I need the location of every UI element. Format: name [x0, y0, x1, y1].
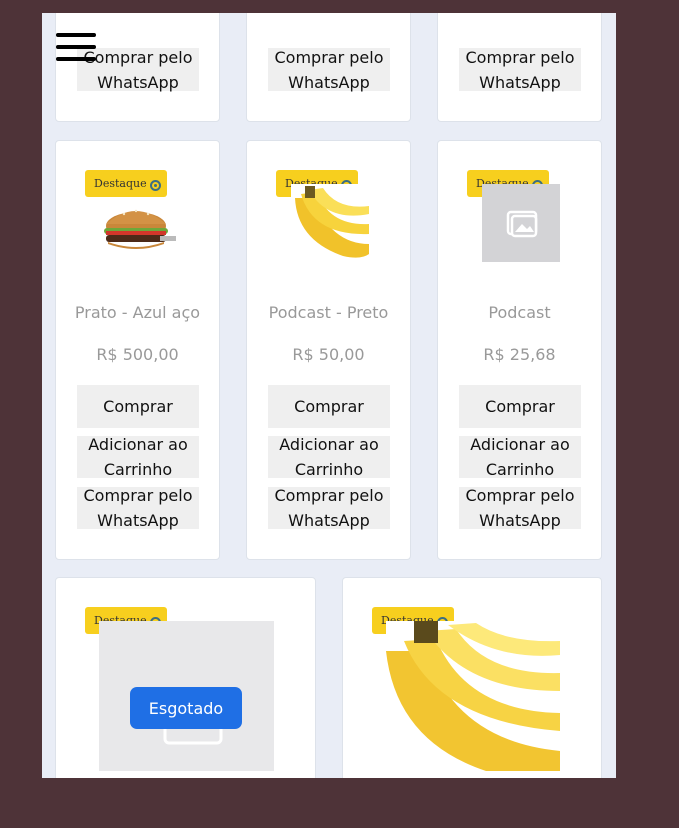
- whatsapp-button[interactable]: Comprar pelo WhatsApp: [77, 486, 199, 530]
- add-to-cart-button[interactable]: Adicionar ao Carrinho: [77, 435, 199, 479]
- buy-button[interactable]: Comprar: [77, 385, 199, 428]
- whatsapp-button[interactable]: Comprar pelo WhatsApp: [268, 486, 390, 530]
- buy-button[interactable]: Comprar: [268, 385, 390, 428]
- buy-button[interactable]: Comprar: [459, 385, 581, 428]
- product-card: Destaque Podcast - Preto R$ 50,00 Compra…: [246, 140, 411, 560]
- product-price: R$ 500,00: [96, 345, 179, 364]
- add-to-cart-button[interactable]: Adicionar ao Carrinho: [268, 435, 390, 479]
- product-price: R$ 50,00: [292, 345, 365, 364]
- sold-out-button[interactable]: Esgotado: [130, 687, 242, 729]
- whatsapp-button[interactable]: Comprar pelo WhatsApp: [459, 48, 581, 92]
- product-card: Comprar pelo WhatsApp: [437, 13, 602, 122]
- whatsapp-button[interactable]: Comprar pelo WhatsApp: [268, 48, 390, 92]
- product-name: Podcast - Preto: [268, 303, 389, 322]
- hamburger-menu-icon[interactable]: [56, 33, 96, 61]
- banana-image[interactable]: [291, 184, 369, 262]
- product-name: Prato - Azul aço: [74, 303, 201, 322]
- product-card: Destaque Esgotado: [55, 577, 316, 778]
- burger-image[interactable]: [100, 184, 178, 262]
- add-to-cart-button[interactable]: Adicionar ao Carrinho: [459, 435, 581, 479]
- product-card: Destaque Podcast R$ 25,68 Comprar Adicio…: [437, 140, 602, 560]
- banana-image[interactable]: [386, 621, 560, 771]
- image-placeholder-icon[interactable]: [482, 184, 560, 262]
- store-viewport: Comprar pelo WhatsApp Comprar pelo Whats…: [42, 13, 616, 778]
- product-card: Destaque Prato - Azul aço R$ 500,00 Comp…: [55, 140, 220, 560]
- product-price: R$ 25,68: [483, 345, 556, 364]
- product-card: Comprar pelo WhatsApp: [246, 13, 411, 122]
- product-card: Destaque: [342, 577, 602, 778]
- product-name: Podcast: [488, 303, 551, 322]
- product-card: Comprar pelo WhatsApp: [55, 13, 220, 122]
- whatsapp-button[interactable]: Comprar pelo WhatsApp: [459, 486, 581, 530]
